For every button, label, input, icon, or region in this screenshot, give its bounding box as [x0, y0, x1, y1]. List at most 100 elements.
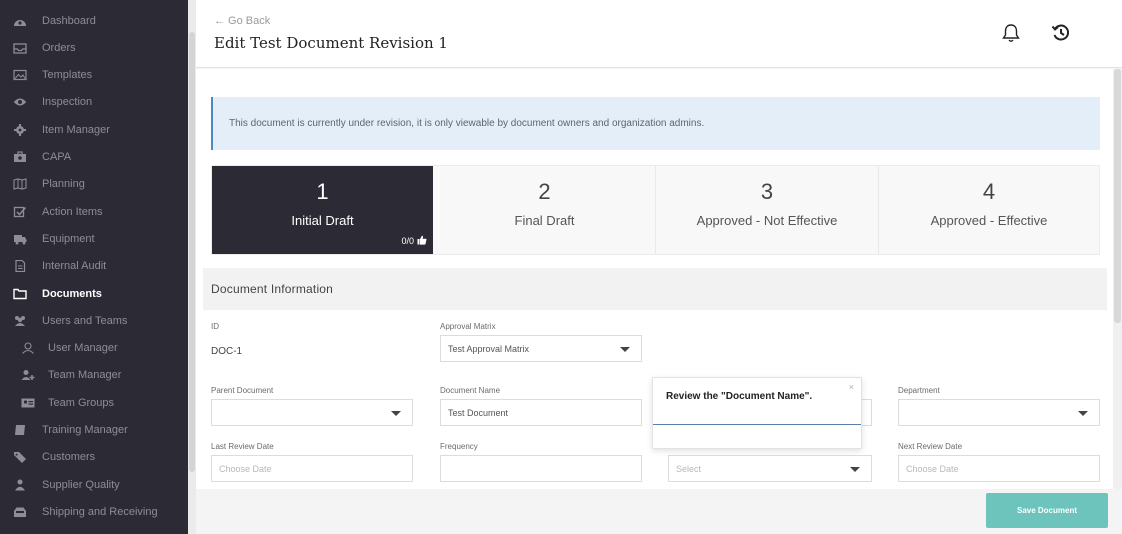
sidebar-item-label: Documents [42, 287, 102, 300]
id-value: DOC-1 [211, 346, 243, 357]
sidebar-scrollbar-thumb[interactable] [189, 32, 195, 472]
sidebar-item-internal-audit[interactable]: Internal Audit [0, 253, 188, 280]
sidebar-item-label: Supplier Quality [42, 478, 120, 491]
sidebar-item-label: Equipment [42, 232, 95, 245]
eye-icon [13, 96, 27, 108]
tag-icon [13, 451, 27, 464]
sidebar-item-inspection[interactable]: Inspection [0, 89, 188, 116]
step-label: Approved - Effective [930, 213, 1048, 228]
step-approved-not-effective[interactable]: 3 Approved - Not Effective [656, 166, 878, 254]
sidebar-item-capa[interactable]: CAPA [0, 144, 188, 171]
sidebar-item-label: Inspection [42, 96, 93, 109]
frequency-label: Frequency [440, 442, 478, 451]
main-scrollbar[interactable] [1113, 69, 1122, 489]
action-bar [196, 489, 1122, 534]
approval-count: 0/0 [401, 235, 427, 247]
next-review-date-input[interactable]: Choose Date [898, 455, 1100, 482]
sidebar-item-label: Training Manager [42, 424, 128, 436]
sidebar-item-documents[interactable]: Documents [0, 280, 188, 307]
approval-matrix-select[interactable]: Test Approval Matrix [440, 335, 642, 362]
sidebar-item-label: Shipping and Receiving [42, 505, 158, 518]
last-review-date-input[interactable]: Choose Date [211, 455, 413, 482]
sidebar-item-supplier-quality[interactable]: Supplier Quality [0, 471, 188, 498]
dashboard-icon [13, 15, 27, 27]
sidebar-item-label: Internal Audit [42, 260, 107, 273]
sidebar-item-team-groups[interactable]: Team Groups [0, 389, 188, 416]
book-icon [13, 424, 27, 436]
step-label: Initial Draft [291, 213, 354, 228]
sidebar-item-planning[interactable]: Planning [0, 171, 188, 198]
document-name-value: Test Document [448, 407, 509, 418]
revision-notice-banner: This document is currently under revisio… [211, 97, 1100, 150]
sidebar-item-label: Action Items [42, 205, 103, 218]
department-select[interactable] [898, 399, 1100, 426]
frequency-input[interactable] [440, 455, 642, 482]
last-review-date-label: Last Review Date [211, 442, 274, 451]
next-review-date-label: Next Review Date [898, 442, 963, 451]
step-approved-effective[interactable]: 4 Approved - Effective [879, 166, 1099, 254]
history-icon[interactable] [1050, 22, 1072, 44]
step-label: Final Draft [514, 213, 575, 228]
inbox-icon [13, 42, 27, 54]
bell-icon[interactable] [1000, 22, 1022, 44]
id-card-icon [21, 397, 35, 409]
step-final-draft[interactable]: 2 Final Draft [434, 166, 655, 254]
person-icon [13, 479, 27, 491]
next-review-date-placeholder: Choose Date [906, 463, 959, 474]
user-icon [21, 342, 35, 354]
sidebar-item-templates[interactable]: Templates [0, 62, 188, 89]
document-information-header: Document Information [203, 268, 1107, 310]
step-number: 2 [538, 179, 551, 204]
section-title: Document Information [211, 282, 334, 296]
sidebar-item-user-manager[interactable]: User Manager [0, 335, 188, 362]
sidebar-item-shipping-and-receiving[interactable]: Shipping and Receiving [0, 498, 188, 525]
approval-count-text: 0/0 [401, 236, 414, 246]
status-select[interactable]: Select [668, 455, 872, 482]
briefcase-icon [13, 151, 27, 163]
select-placeholder: Select [676, 463, 702, 474]
sidebar-item-label: Team Manager [48, 369, 122, 382]
department-label: Department [898, 386, 940, 395]
sidebar-item-customers[interactable]: Customers [0, 444, 188, 471]
page-title: Edit Test Document Revision 1 [214, 34, 448, 52]
step-number: 1 [316, 179, 329, 204]
sidebar-item-label: User Manager [48, 342, 118, 355]
sidebar-item-label: Planning [42, 178, 85, 191]
sidebar-item-action-items[interactable]: Action Items [0, 198, 188, 225]
file-icon [13, 260, 27, 273]
document-name-input[interactable]: Test Document [440, 399, 642, 426]
folder-icon [13, 288, 27, 300]
step-number: 3 [760, 179, 774, 204]
checkbox-icon [13, 206, 27, 218]
sidebar: Dashboard Orders Templates Inspection Item M… [0, 0, 188, 534]
document-name-label: Document Name [440, 386, 501, 395]
sidebar-item-item-manager[interactable]: Item Manager [0, 116, 188, 143]
thumbs-up-icon [417, 235, 427, 247]
approval-matrix-value: Test Approval Matrix [448, 343, 530, 354]
sidebar-item-team-manager[interactable]: Team Manager [0, 362, 188, 389]
sidebar-item-users-and-teams[interactable]: Users and Teams [0, 307, 188, 334]
close-icon[interactable]: × [849, 382, 854, 392]
sidebar-item-dashboard[interactable]: Dashboard [0, 7, 188, 34]
parent-document-select[interactable] [211, 399, 413, 426]
save-document-button[interactable]: Save Document [986, 493, 1108, 528]
step-initial-draft[interactable]: 1 Initial Draft 0/0 [212, 166, 433, 254]
sidebar-item-orders[interactable]: Orders [0, 34, 188, 61]
main-scrollbar-thumb[interactable] [1114, 69, 1121, 323]
chevron-down-icon [620, 347, 630, 352]
sidebar-item-label: Dashboard [42, 14, 96, 27]
workflow-steps: 1 Initial Draft 0/0 2 Final Draft 3 Appr… [211, 165, 1100, 255]
sidebar-item-equipment[interactable]: Equipment [0, 225, 188, 252]
go-back-link[interactable]: ← Go Back [214, 15, 270, 27]
banner-text: This document is currently under revisio… [229, 118, 705, 129]
truck-icon [13, 233, 27, 245]
chevron-down-icon [391, 411, 401, 416]
step-label: Approved - Not Effective [696, 213, 838, 228]
page-header: ← Go Back Edit Test Document Revision 1 [196, 0, 1122, 68]
sidebar-scrollbar[interactable] [188, 0, 196, 534]
sidebar-item-label: Templates [42, 69, 93, 82]
guidance-tooltip: Review the "Document Name". × [652, 377, 862, 449]
tooltip-divider [653, 424, 861, 425]
users-icon [13, 315, 27, 327]
sidebar-item-training-manager[interactable]: Training Manager [0, 417, 188, 444]
